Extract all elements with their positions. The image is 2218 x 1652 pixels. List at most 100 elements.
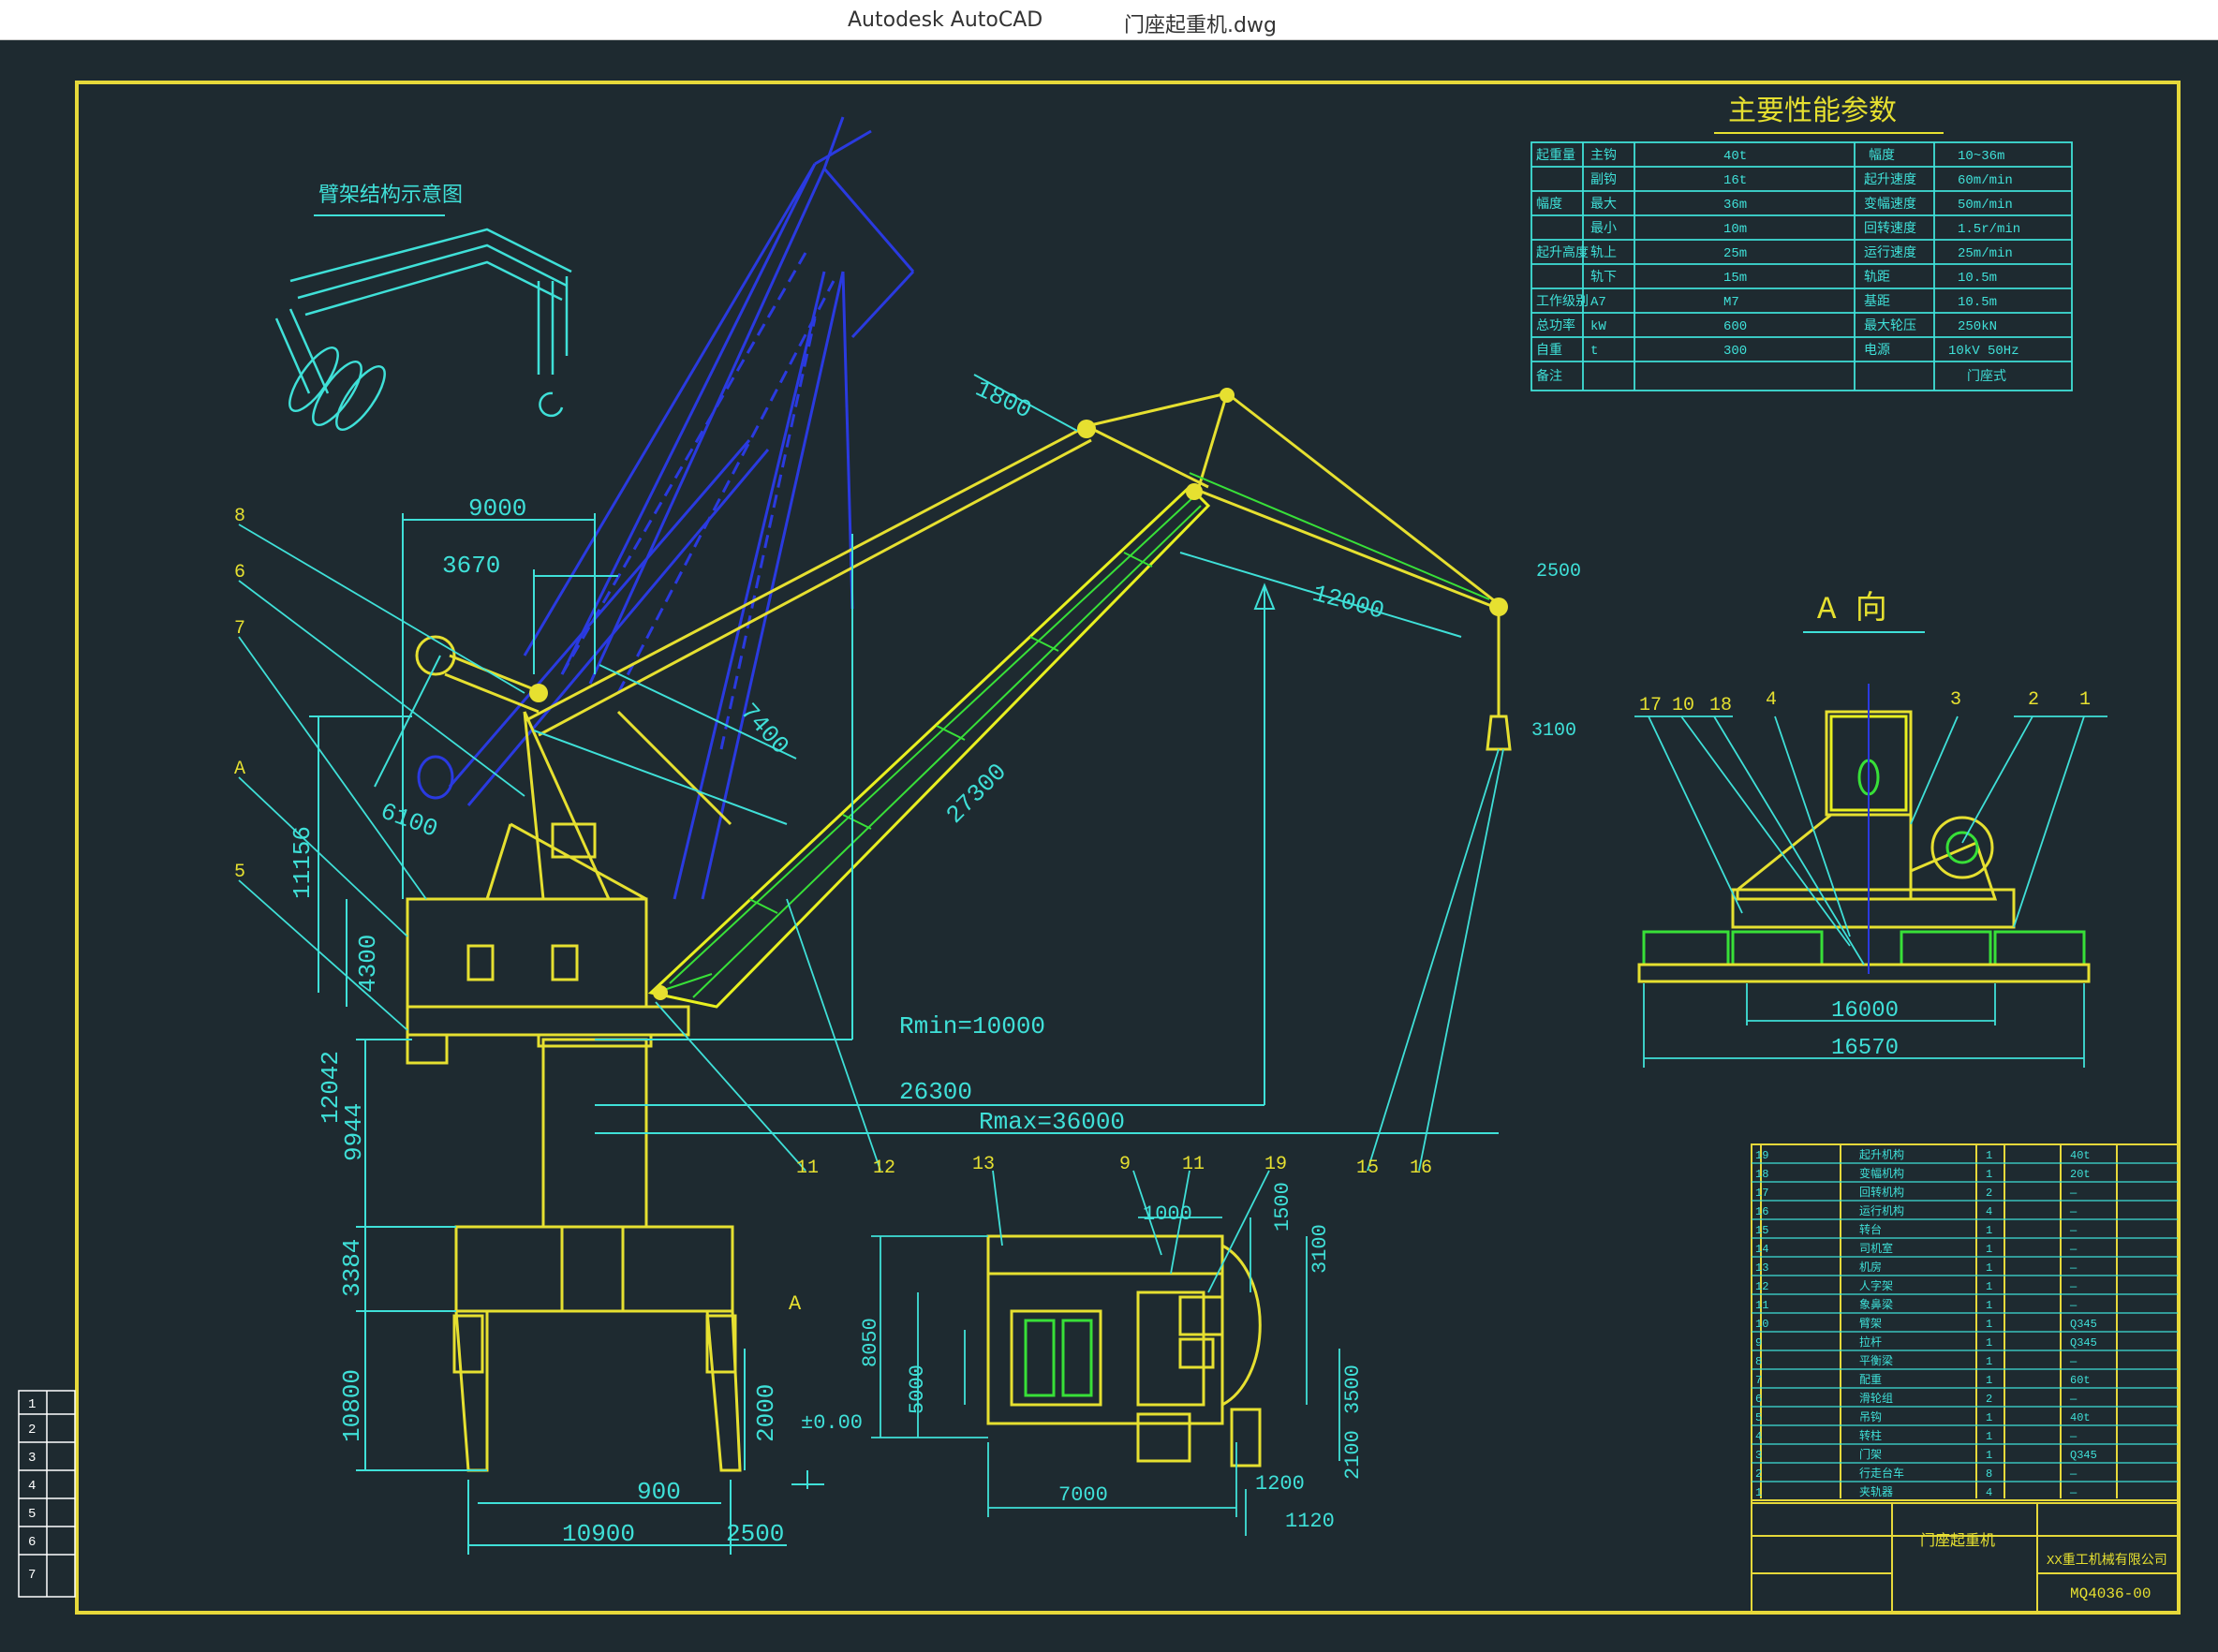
balloon-13: 13: [972, 1154, 995, 1175]
dim-7400: 7400: [734, 698, 794, 760]
balloon-9: 9: [1119, 1154, 1131, 1175]
part-name: 转柱: [1859, 1428, 1882, 1443]
part-qty: 8: [1986, 1468, 1992, 1481]
part-qty: 1: [1986, 1336, 1992, 1350]
part-name: 滑轮组: [1859, 1392, 1893, 1406]
part-no: 9: [1755, 1336, 1762, 1350]
dim-rmax: Rmax=36000: [979, 1108, 1125, 1136]
balloon-3: 3: [1950, 689, 1961, 711]
dim-4300: 4300: [354, 935, 382, 993]
part-name: 吊钩: [1859, 1410, 1882, 1424]
part-no: 2: [1755, 1468, 1762, 1481]
dim-rmin: Rmin=10000: [899, 1012, 1045, 1040]
part-name: 行走台车: [1859, 1466, 1904, 1481]
balloon-11: 11: [796, 1158, 819, 1179]
dim-1000: 1000: [1143, 1202, 1192, 1226]
balloon-6: 6: [234, 562, 245, 583]
dim-2100: 2100: [1341, 1430, 1365, 1480]
part-qty: 1: [1986, 1261, 1992, 1275]
dim-6100: 6100: [377, 797, 441, 844]
drawing-number: MQ4036-00: [2070, 1586, 2151, 1602]
detail-title: 臂架结构示意图: [318, 184, 463, 208]
params-table-title: 主要性能参数: [1728, 96, 1897, 129]
params-cell: 轨上: [1590, 245, 1617, 261]
params-cell: 起升高度: [1536, 244, 1589, 261]
dim-1500: 1500: [1271, 1182, 1294, 1232]
side-table-cell: 3: [28, 1451, 36, 1466]
balloon-1: 1: [2079, 689, 2091, 711]
params-table-cells: 起重量 主钩 40t 幅度 10~36m 副钩 16t 起升速度 60m/min…: [1536, 148, 2020, 385]
params-cell: 10.5m: [1958, 295, 1997, 310]
balloon-19: 19: [1264, 1154, 1287, 1175]
plan-view-dim-texts: 1000 1500 3100 8050 5000 7000 3500 2100 …: [859, 1182, 1365, 1533]
params-cell: 最小: [1590, 221, 1617, 237]
dim-9944: 9944: [340, 1103, 368, 1161]
part-no: 1: [1755, 1486, 1762, 1499]
balloon-16: 16: [1410, 1158, 1432, 1179]
params-cell: 300: [1723, 344, 1747, 359]
view-a-marker: A: [789, 1292, 802, 1316]
part-name: 转台: [1859, 1222, 1882, 1237]
part-spec: Q345: [2070, 1449, 2097, 1462]
dim-12000: 12000: [1309, 580, 1387, 626]
params-cell: 250kN: [1958, 319, 1997, 334]
part-spec: —: [2069, 1280, 2078, 1293]
balloon-15: 15: [1356, 1158, 1379, 1179]
part-spec: —: [2069, 1468, 2078, 1481]
elevation-mark: ±0.00: [801, 1411, 863, 1435]
part-spec: —: [2069, 1355, 2078, 1368]
side-table-cell: 4: [28, 1479, 36, 1494]
dim-16000: 16000: [1831, 998, 1899, 1024]
part-spec: 20t: [2070, 1168, 2091, 1181]
dim-900: 900: [637, 1478, 681, 1506]
params-cell: 50m/min: [1958, 198, 2013, 213]
dim-9000: 9000: [468, 494, 526, 523]
balloon-18: 18: [1709, 695, 1732, 716]
part-no: 7: [1755, 1374, 1762, 1387]
dim-3670: 3670: [442, 552, 500, 580]
dim-10800: 10800: [338, 1369, 366, 1442]
dim-16570: 16570: [1831, 1036, 1899, 1061]
part-no: 17: [1755, 1187, 1768, 1200]
part-name: 门架: [1859, 1447, 1882, 1462]
app-title: Autodesk AutoCAD: [848, 8, 1043, 32]
params-cell: 36m: [1723, 198, 1747, 213]
dim-7000: 7000: [1058, 1483, 1108, 1507]
part-qty: 1: [1986, 1280, 1992, 1293]
title-bar: Autodesk AutoCAD 门座起重机.dwg: [0, 0, 2218, 40]
part-no: 14: [1755, 1243, 1768, 1256]
dim-2000: 2000: [752, 1384, 780, 1442]
part-no: 11: [1755, 1299, 1768, 1312]
part-no: 13: [1755, 1261, 1768, 1275]
part-qty: 1: [1986, 1299, 1992, 1312]
part-no: 6: [1755, 1393, 1762, 1406]
balloon-2: 2: [2028, 689, 2039, 711]
part-spec: —: [2069, 1187, 2078, 1200]
params-cell: 10kV 50Hz: [1948, 344, 2019, 359]
params-cell: 15m: [1723, 271, 1747, 286]
params-cell: 电源: [1864, 343, 1890, 359]
part-no: 18: [1755, 1168, 1768, 1181]
dim-11156: 11156: [288, 826, 317, 899]
params-cell: 最大: [1590, 197, 1617, 213]
part-qty: 1: [1986, 1149, 1992, 1162]
part-spec: Q345: [2070, 1318, 2097, 1331]
params-cell: 60m/min: [1958, 173, 2013, 188]
params-cell: 总功率: [1536, 317, 1575, 334]
params-cell: 基距: [1864, 293, 1890, 310]
dim-3384: 3384: [338, 1239, 366, 1297]
balloon-17: 17: [1639, 695, 1662, 716]
part-name: 运行机构: [1859, 1203, 1904, 1218]
params-cell: 门座式: [1967, 369, 2006, 385]
drawing-canvas[interactable]: 1 2 3 4 5 6 7 8 6 7 A 5 11 12 15 16 A 90…: [0, 40, 2218, 1648]
dim-5000: 5000: [906, 1364, 929, 1414]
params-cell: 最大轮压: [1864, 318, 1916, 334]
part-name: 象鼻梁: [1859, 1297, 1893, 1312]
part-qty: 1: [1986, 1318, 1992, 1331]
params-cell: 副钩: [1590, 172, 1617, 188]
view-a-title: A 向: [1817, 590, 1887, 628]
params-cell: 运行速度: [1864, 245, 1916, 261]
params-cell: A7: [1590, 295, 1606, 310]
dim-2500-top: 2500: [1536, 561, 1581, 583]
part-qty: 1: [1986, 1224, 1992, 1237]
